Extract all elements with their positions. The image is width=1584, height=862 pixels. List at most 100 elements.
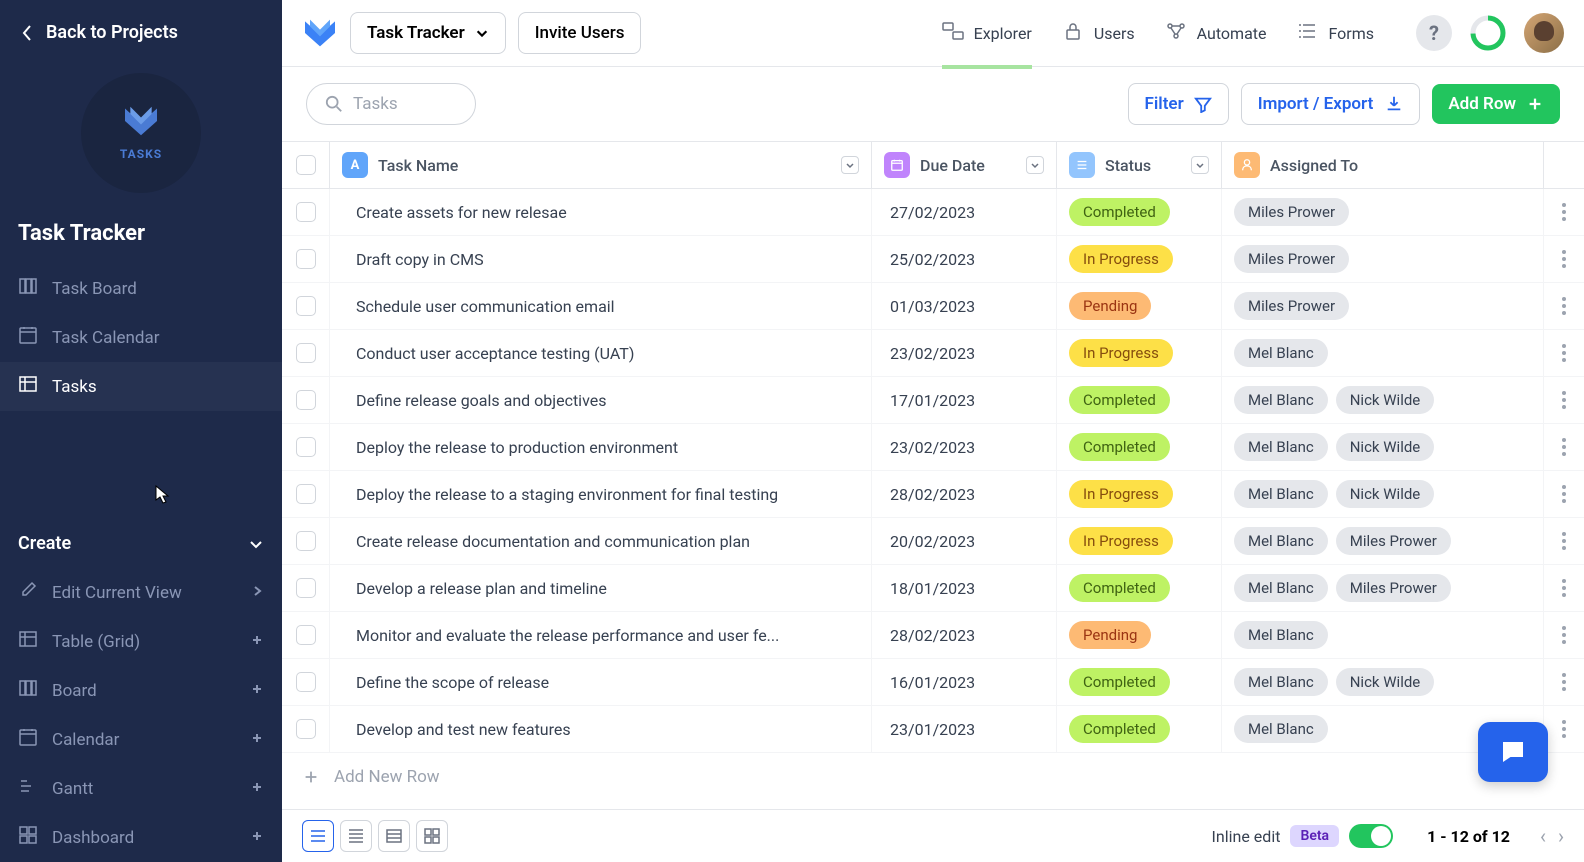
task-name-cell[interactable]: Define release goals and objectives [330,377,872,423]
task-name-cell[interactable]: Deploy the release to a staging environm… [330,471,872,517]
checkbox[interactable] [296,390,316,410]
assignee-pill[interactable]: Miles Prower [1234,245,1349,273]
view-list-icon[interactable] [302,820,334,852]
topbar-nav-item[interactable]: Forms [1296,21,1374,45]
assignee-pill[interactable]: Miles Prower [1336,574,1451,602]
import-export-button[interactable]: Import / Export [1241,83,1421,125]
row-menu-button[interactable] [1544,518,1584,564]
row-menu-button[interactable] [1544,330,1584,376]
checkbox[interactable] [296,719,316,739]
status-cell[interactable]: Pending [1057,283,1222,329]
row-menu-button[interactable] [1544,706,1584,752]
assigned-cell[interactable]: Mel Blanc Nick Wilde [1222,377,1544,423]
search-input[interactable]: Tasks [306,83,476,125]
sidebar-action-item[interactable]: Board [0,666,282,715]
assigned-cell[interactable]: Mel Blanc [1222,612,1544,658]
task-name-cell[interactable]: Monitor and evaluate the release perform… [330,612,872,658]
checkbox[interactable] [296,155,316,175]
table-row[interactable]: Create assets for new relesae 27/02/2023… [282,189,1584,236]
due-date-cell[interactable]: 20/02/2023 [872,518,1057,564]
task-name-cell[interactable]: Schedule user communication email [330,283,872,329]
checkbox[interactable] [296,249,316,269]
topbar-nav-item[interactable]: Automate [1165,21,1267,45]
checkbox[interactable] [296,296,316,316]
filter-button[interactable]: Filter [1128,83,1229,125]
column-menu-icon[interactable] [841,156,859,174]
task-name-cell[interactable]: Deploy the release to production environ… [330,424,872,470]
column-status[interactable]: Status [1057,142,1222,188]
status-cell[interactable]: Pending [1057,612,1222,658]
due-date-cell[interactable]: 16/01/2023 [872,659,1057,705]
status-pill[interactable]: In Progress [1069,339,1173,367]
table-row[interactable]: Define release goals and objectives 17/0… [282,377,1584,424]
assigned-cell[interactable]: Mel Blanc Miles Prower [1222,518,1544,564]
assignee-pill[interactable]: Nick Wilde [1336,433,1435,461]
help-button[interactable]: ? [1416,15,1452,51]
column-assigned[interactable]: Assigned To [1222,142,1544,188]
table-row[interactable]: Conduct user acceptance testing (UAT) 23… [282,330,1584,377]
status-cell[interactable]: In Progress [1057,236,1222,282]
sidebar-action-item[interactable]: Edit Current View [0,568,282,617]
table-row[interactable]: Deploy the release to production environ… [282,424,1584,471]
assigned-cell[interactable]: Miles Prower [1222,189,1544,235]
assignee-pill[interactable]: Mel Blanc [1234,527,1328,555]
due-date-cell[interactable]: 23/02/2023 [872,330,1057,376]
view-grid-icon[interactable] [416,820,448,852]
row-menu-button[interactable] [1544,471,1584,517]
sidebar-nav-item[interactable]: Task Calendar [0,313,282,362]
assignee-pill[interactable]: Mel Blanc [1234,433,1328,461]
task-name-cell[interactable]: Create release documentation and communi… [330,518,872,564]
row-menu-button[interactable] [1544,283,1584,329]
app-logo[interactable] [302,15,338,51]
status-pill[interactable]: Pending [1069,292,1151,320]
topbar-nav-item[interactable]: Explorer [942,21,1032,45]
row-menu-button[interactable] [1544,424,1584,470]
sidebar-action-item[interactable]: Dashboard [0,813,282,862]
project-logo[interactable]: TASKS [81,73,201,193]
status-pill[interactable]: In Progress [1069,527,1173,555]
column-menu-icon[interactable] [1191,156,1209,174]
checkbox[interactable] [296,343,316,363]
sidebar-action-item[interactable]: Gantt [0,764,282,813]
status-pill[interactable]: In Progress [1069,245,1173,273]
sidebar-nav-item[interactable]: Tasks [0,362,282,411]
due-date-cell[interactable]: 01/03/2023 [872,283,1057,329]
column-due-date[interactable]: Due Date [872,142,1057,188]
create-section-toggle[interactable]: Create [0,519,282,568]
row-menu-button[interactable] [1544,612,1584,658]
assigned-cell[interactable]: Mel Blanc [1222,330,1544,376]
invite-users-button[interactable]: Invite Users [518,12,642,54]
checkbox[interactable] [296,437,316,457]
row-menu-button[interactable] [1544,189,1584,235]
checkbox[interactable] [296,672,316,692]
assigned-cell[interactable]: Mel Blanc Nick Wilde [1222,424,1544,470]
assignee-pill[interactable]: Miles Prower [1336,527,1451,555]
assignee-pill[interactable]: Nick Wilde [1336,386,1435,414]
table-row[interactable]: Define the scope of release 16/01/2023 C… [282,659,1584,706]
due-date-cell[interactable]: 18/01/2023 [872,565,1057,611]
status-cell[interactable]: Completed [1057,659,1222,705]
due-date-cell[interactable]: 25/02/2023 [872,236,1057,282]
chat-fab[interactable] [1478,722,1548,782]
assignee-pill[interactable]: Mel Blanc [1234,386,1328,414]
assigned-cell[interactable]: Mel BlancNick Wilde [1222,659,1544,705]
assignee-pill[interactable]: Mel Blanc [1234,339,1328,367]
sidebar-nav-item[interactable]: Task Board [0,264,282,313]
status-cell[interactable]: In Progress [1057,471,1222,517]
due-date-cell[interactable]: 17/01/2023 [872,377,1057,423]
sidebar-action-item[interactable]: Calendar [0,715,282,764]
status-pill[interactable]: In Progress [1069,480,1173,508]
checkbox[interactable] [296,484,316,504]
status-cell[interactable]: Completed [1057,565,1222,611]
assignee-pill[interactable]: Mel Blanc [1234,480,1328,508]
column-menu-icon[interactable] [1026,156,1044,174]
task-name-cell[interactable]: Define the scope of release [330,659,872,705]
due-date-cell[interactable]: 28/02/2023 [872,612,1057,658]
add-new-row[interactable]: Add New Row [282,753,1584,801]
table-row[interactable]: Schedule user communication email 01/03/… [282,283,1584,330]
checkbox[interactable] [296,578,316,598]
column-task-name[interactable]: ATask Name [330,142,872,188]
page-prev-button[interactable]: ‹ [1540,824,1546,848]
user-avatar[interactable] [1524,13,1564,53]
row-menu-button[interactable] [1544,377,1584,423]
